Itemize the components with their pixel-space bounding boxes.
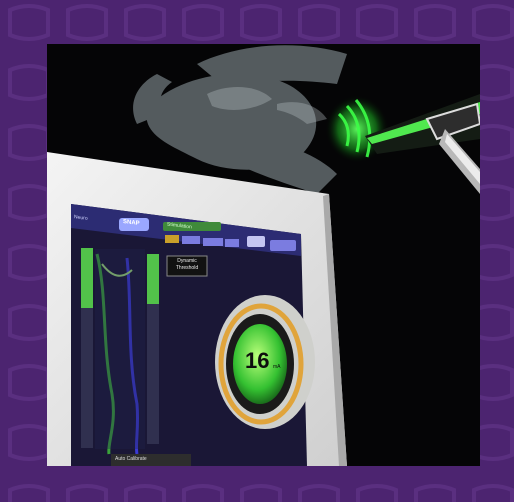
readout-unit: mA xyxy=(273,364,281,370)
spine-and-probe-illustration xyxy=(47,45,480,466)
photo-frame: Neuro SNAP Stimulation Dynamic Threshold… xyxy=(0,0,514,502)
medical-device-photo: Neuro SNAP Stimulation Dynamic Threshold… xyxy=(47,44,480,466)
dynamic-threshold-label: Dynamic Threshold xyxy=(175,258,199,271)
readout-value: 16 xyxy=(245,348,270,373)
calibrate-button[interactable]: Auto Calibrate xyxy=(115,456,147,462)
